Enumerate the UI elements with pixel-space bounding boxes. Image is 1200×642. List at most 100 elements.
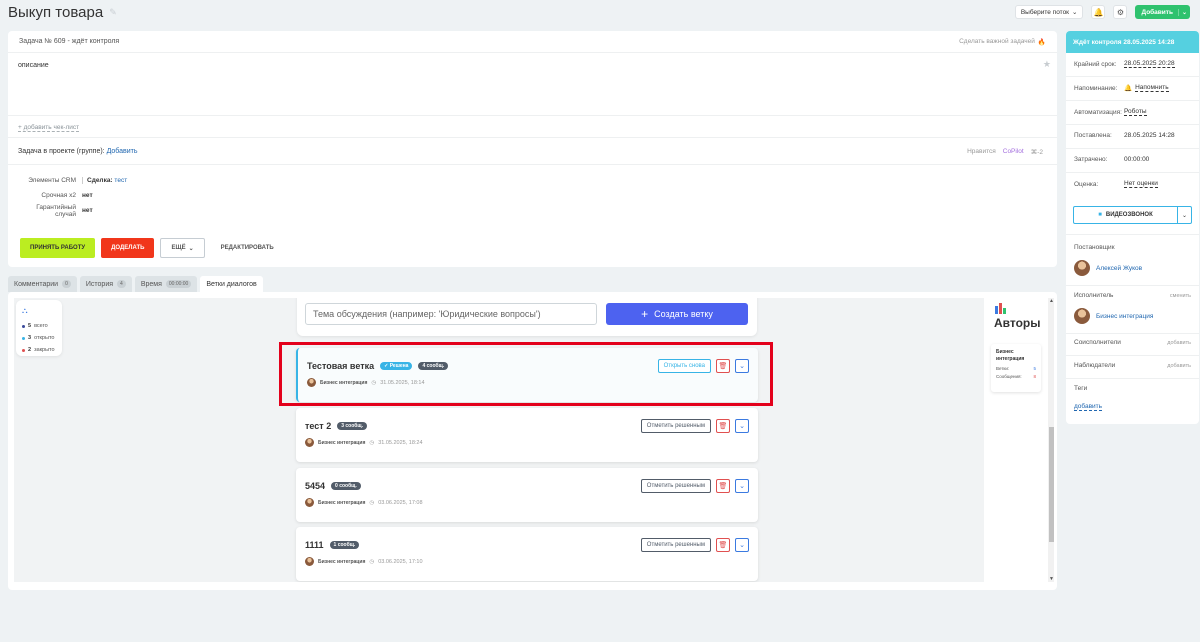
avatar	[1074, 308, 1090, 324]
thread-title: 1111	[305, 540, 324, 550]
executor-person[interactable]: Бизнес интеграция	[1074, 308, 1153, 324]
task-header-title: Задача № 609 - ждёт контроля	[19, 38, 120, 45]
add-coexecutor-link[interactable]: добавить	[1167, 340, 1191, 346]
pencil-icon[interactable]: ✎	[109, 7, 117, 18]
clock-icon: ◷	[369, 558, 375, 565]
add-checklist-link[interactable]: + добавить чек-лист	[18, 124, 80, 132]
chevron-down-icon[interactable]: ⌄	[735, 538, 749, 552]
avatar	[305, 498, 314, 507]
scroll-up-icon[interactable]: ▲	[1049, 298, 1054, 304]
accept-work-button[interactable]: ПРИНЯТЬ РАБОТУ	[20, 238, 96, 258]
bell-icon[interactable]: 🔔	[1091, 5, 1106, 19]
chevron-down-icon[interactable]: ⌄	[735, 479, 749, 493]
top-toolbar: Выберите поток ⌄ 🔔 ⚙ Добавить ⌄	[1014, 5, 1190, 19]
thread-title: тест 2	[305, 421, 332, 431]
likes-row: Нравится CoPilot ⌘-2	[967, 148, 1043, 156]
avatar	[305, 438, 314, 447]
robots-link[interactable]: Роботы	[1124, 108, 1147, 116]
thread-card[interactable]: тест 23 сообщ. Бизнес интеграция ◷ 31.05.2…	[296, 408, 758, 462]
gear-icon[interactable]: ⚙	[1113, 5, 1128, 19]
chevron-down-icon[interactable]: ⌄	[1177, 8, 1190, 16]
automation-row: Автоматизация: Роботы	[1074, 108, 1147, 116]
author-card: Бизнес интеграция Ветки: 5 Сообщения: 8	[991, 344, 1041, 392]
add-project-link[interactable]: Добавить	[107, 148, 138, 155]
chevron-down-icon[interactable]: ⌄	[735, 419, 749, 433]
rating-row: Оценка: Нет оценки	[1074, 180, 1158, 188]
tab-history[interactable]: История 4	[79, 276, 132, 292]
creator-person[interactable]: Алексей Жуков	[1074, 260, 1142, 276]
spent-row: Затрачено: 00:00:00	[1074, 156, 1150, 163]
field-warranty: Гарантийный случай нет	[36, 203, 93, 218]
trash-icon[interactable]: 🗑	[716, 419, 730, 433]
redo-button[interactable]: ДОДЕЛАТЬ	[101, 238, 155, 258]
avatar	[305, 557, 314, 566]
create-thread-button[interactable]: + Создать ветку	[606, 303, 748, 325]
like-link[interactable]: Нравится	[967, 148, 996, 156]
status-header: Ждёт контроля 28.05.2025 14:28	[1066, 31, 1199, 53]
message-count-badge: 0 сообщ.	[331, 482, 361, 490]
reminder-value[interactable]: Напомнить	[1135, 84, 1169, 92]
chevron-down-icon: ⌄	[188, 245, 194, 252]
flame-icon: 🔥	[1037, 38, 1046, 46]
trash-icon[interactable]: 🗑	[716, 479, 730, 493]
tags-label: Теги	[1074, 385, 1088, 392]
divider	[8, 115, 1057, 116]
deal-link[interactable]: тест	[114, 177, 127, 184]
mark-solved-button[interactable]: Отметить решенным	[640, 479, 711, 493]
chevron-down-icon[interactable]: ⌄	[1177, 207, 1191, 223]
add-tag-link[interactable]: добавить	[1074, 403, 1103, 411]
coexecutors-label: Соисполнители	[1074, 339, 1121, 346]
tabs: Комментарии 0 История 4 Время 00:00:00 Ветк…	[8, 276, 263, 292]
make-important-link[interactable]: Сделать важной задачей 🔥	[959, 38, 1046, 46]
task-sidebar: Ждёт контроля 28.05.2025 14:28 Крайний с…	[1066, 31, 1199, 424]
observers-label: Наблюдатели	[1074, 362, 1116, 369]
thread-card[interactable]: 5454 0 сообщ. Бизнес интеграция ◷ 03.06.202…	[296, 468, 758, 522]
reminder-row: Напоминание: 🔔 Напомнить	[1074, 84, 1169, 92]
tab-time[interactable]: Время 00:00:00	[134, 276, 198, 292]
task-card: Задача № 609 - ждёт контроля Сделать важ…	[8, 31, 1057, 267]
trash-icon[interactable]: 🗑	[716, 538, 730, 552]
tab-comments[interactable]: Комментарии 0	[8, 276, 77, 292]
task-description: описание	[18, 62, 49, 69]
deadline-value[interactable]: 28.05.2025 20:28	[1124, 60, 1175, 68]
mark-solved-button[interactable]: Отметить решенным	[640, 538, 711, 552]
scrollbar[interactable]: ▲ ▼	[1048, 298, 1054, 582]
clock-icon: ◷	[369, 499, 375, 506]
thread-stats: ⛬ 5 всего 3 открыто 2 закрыто	[16, 300, 62, 356]
created-row: Поставлена: 28.05.2025 14:28	[1074, 132, 1175, 139]
divider	[8, 137, 1057, 138]
star-icon[interactable]: ★	[1043, 59, 1051, 70]
sitemap-icon: ⛬	[22, 306, 28, 315]
in-project-row: Задача в проекте (группе): Добавить	[18, 148, 138, 155]
authors-title: Авторы	[994, 316, 1041, 330]
deadline-row: Крайний срок: 28.05.2025 20:28	[1074, 60, 1175, 68]
task-header: Задача № 609 - ждёт контроля Сделать важ…	[8, 31, 1057, 53]
add-observer-link[interactable]: добавить	[1167, 363, 1191, 369]
video-call-button[interactable]: ■ ВИДЕОЗВОНОК ⌄	[1073, 206, 1192, 224]
highlight-box	[279, 342, 773, 406]
tab-dialog-threads[interactable]: Ветки диалогов	[200, 276, 263, 292]
rating-value[interactable]: Нет оценки	[1124, 180, 1158, 188]
flow-select[interactable]: Выберите поток ⌄	[1014, 5, 1084, 19]
add-button[interactable]: Добавить ⌄	[1135, 5, 1190, 19]
chevron-down-icon: ⌄	[1072, 9, 1078, 16]
message-count-badge: 3 сообщ.	[337, 422, 367, 430]
change-executor-link[interactable]: сменить	[1170, 293, 1191, 299]
threads-area: ⛬ 5 всего 3 открыто 2 закрыто Тема обсужден…	[14, 298, 1054, 582]
edit-button[interactable]: РЕДАКТИРОВАТЬ	[211, 238, 284, 258]
topic-input[interactable]: Тема обсуждения (например: 'Юридические …	[305, 303, 597, 325]
executor-label: Исполнитель	[1074, 292, 1114, 299]
page-title-text: Выкуп товара	[8, 4, 104, 21]
thread-card[interactable]: 1111 1 сообщ. Бизнес интеграция ◷ 03.06.202…	[296, 527, 758, 581]
copilot-link[interactable]: CoPilot	[1003, 148, 1024, 156]
camera-icon: ■	[1098, 212, 1102, 218]
bar-chart-icon	[994, 302, 1006, 314]
creator-label: Постановщик	[1074, 244, 1115, 251]
bell-icon: 🔔	[1124, 85, 1133, 92]
field-crm: Элементы CRM Сделка: тест	[28, 177, 128, 184]
more-button[interactable]: ЕЩЁ ⌄	[160, 238, 205, 258]
mark-solved-button[interactable]: Отметить решенным	[640, 419, 711, 433]
scroll-down-icon[interactable]: ▼	[1049, 576, 1054, 582]
scrollbar-thumb[interactable]	[1049, 427, 1054, 542]
clock-icon: ◷	[369, 439, 375, 446]
